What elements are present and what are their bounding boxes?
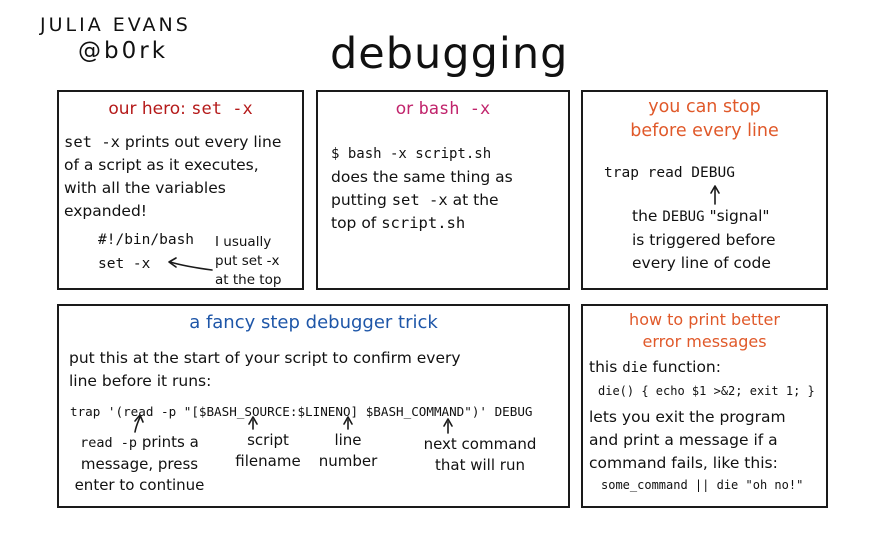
panel-set-x-title-code: set -x [191,99,253,119]
label-script-filename: script filename [235,431,301,470]
body-line: of a script as it executes, [64,156,259,174]
command-line: $ bash -x script.sh [331,146,492,162]
body-line: expanded! [64,202,148,220]
author-handle: @b0rk [78,38,169,64]
code-line: set -x [98,256,151,272]
trap-command: trap read DEBUG [604,165,735,181]
panel-bash-x-title: or bash -x [316,98,570,120]
body-line: with all the variables [64,179,226,197]
panel-bash-x-body: $ bash -x script.sh does the same thing … [331,143,513,235]
label-next-command: next command that will run [423,435,537,474]
body-line: set -x prints out every line [64,133,282,151]
label-line-number: line number [318,431,378,470]
panel-bash-x-title-prefix: or [395,99,414,119]
panel-error-title: how to print better error messages [629,310,780,351]
panel-step-debugger-intro: put this at the start of your script to … [69,349,461,390]
panel-set-x-title: our hero: set -x [57,98,304,120]
panel-set-x-title-prefix: our hero: [108,99,186,119]
author-name: Julia Evans [40,14,191,36]
body-line: does the same thing as [331,168,513,186]
die-intro: this die function: [589,358,721,376]
page-title: debugging [330,29,569,79]
panel-set-x-body: set -x prints out every line of a script… [64,131,281,223]
panel-bash-x-title-code: bash -x [418,99,491,119]
die-function-code: die() { echo $1 >&2; exit 1; } [598,384,815,398]
code-snippet: #!/bin/bash set -x [98,228,194,276]
trap-read-command: trap '(read -p "[$BASH_SOURCE:$LINENO] $… [70,404,533,419]
debug-signal-note: the DEBUG "signal" is triggered before e… [632,207,776,272]
annotation-note: I usually put set -x at the top [215,234,282,288]
body-line: top of script.sh [331,214,466,232]
body-line: putting set -x at the [331,191,499,209]
label-read-p: read -p prints a message, press enter to… [74,433,205,494]
die-example-code: some_command || die "oh no!" [601,478,804,492]
author-signature: Julia Evans @b0rk [40,12,191,64]
panel-step-debugger-title: a fancy step debugger trick [189,312,438,333]
die-description: lets you exit the program and print a me… [589,408,786,472]
code-line: #!/bin/bash [98,232,195,248]
panel-stop-title: you can stop before every line [630,97,779,141]
